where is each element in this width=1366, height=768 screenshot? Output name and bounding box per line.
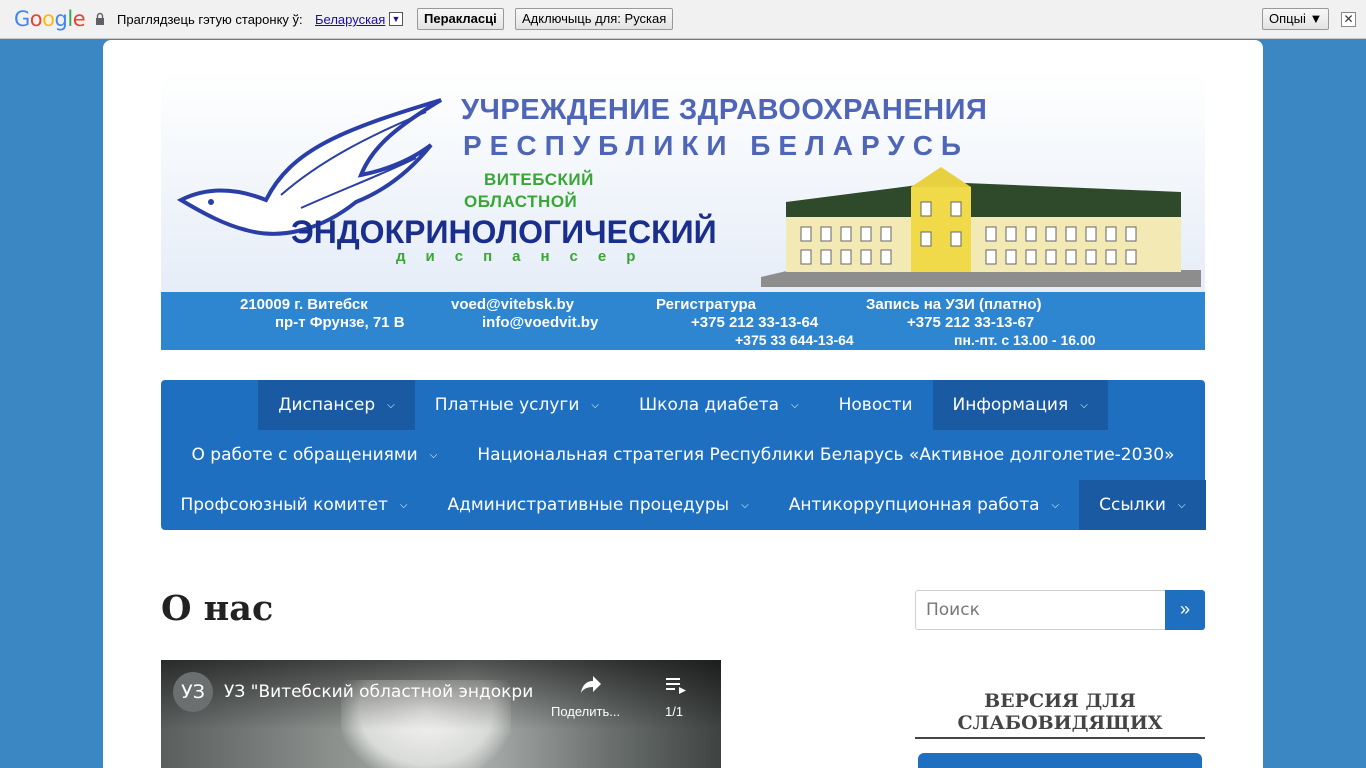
low-vision-button[interactable]	[918, 753, 1202, 768]
page-card: УЧРЕЖДЕНИЕ ЗДРАВООХРАНЕНИЯ РЕСПУБЛИКИ БЕ…	[103, 40, 1263, 768]
banner-top: УЧРЕЖДЕНИЕ ЗДРАВООХРАНЕНИЯ РЕСПУБЛИКИ БЕ…	[161, 70, 1205, 292]
search-input[interactable]: Поиск	[915, 590, 1166, 630]
nav-label: Платные услуги	[434, 395, 580, 415]
nav-item-news[interactable]: Новости	[819, 380, 933, 430]
uzi-hours: пн.-пт. с 13.00 - 16.00	[954, 332, 1096, 348]
share-label[interactable]: Поделить...	[551, 704, 620, 719]
disable-translate-button[interactable]: Адключыць для: Руская	[515, 8, 674, 30]
lock-icon	[96, 12, 104, 25]
nav-label: Ссылки	[1099, 495, 1166, 515]
registry-label: Регистратура	[656, 296, 757, 313]
nav-label: Диспансер	[278, 395, 376, 415]
page-title: О нас	[161, 588, 274, 629]
search-form: Поиск »	[915, 590, 1205, 630]
banner-region-line1: ВИТЕБСКИЙ	[484, 170, 594, 189]
nav-row-1: Диспансер ⌵ Платные услуги ⌵ Школа диабета…	[161, 380, 1205, 430]
translate-language-link[interactable]: Беларуская	[315, 12, 385, 27]
banner-contacts-strip: 210009 г. Витебск пр-т Фрунзе, 71 В voed…	[161, 292, 1205, 350]
nav-label: Новости	[838, 395, 913, 415]
banner-main-name: ЭНДОКРИНОЛОГИЧЕСКИЙ	[291, 214, 717, 250]
uzi-phone: +375 212 33-13-67	[907, 314, 1035, 331]
search-button[interactable]: »	[1165, 590, 1205, 630]
nav-label: Школа диабета	[639, 395, 780, 415]
translate-button[interactable]: Перакласці	[417, 8, 504, 30]
translate-prompt: Праглядзець гэтую старонку ў:	[117, 12, 303, 27]
channel-avatar[interactable]: УЗ	[173, 672, 213, 712]
language-dropdown-icon[interactable]: ▼	[389, 12, 403, 26]
banner-region-line2: ОБЛАСТНОЙ	[464, 192, 578, 211]
banner-title-line1: УЧРЕЖДЕНИЕ ЗДРАВООХРАНЕНИЯ	[461, 94, 988, 126]
chevron-down-icon: ⌵	[1051, 500, 1060, 511]
low-vision-widget-title: ВЕРСИЯ ДЛЯ СЛАБОВИДЯЩИХ	[915, 690, 1205, 739]
share-icon[interactable]	[579, 672, 603, 696]
nav-item-links[interactable]: Ссылки ⌵	[1079, 480, 1206, 530]
nav-label: Национальная стратегия Республики Белару…	[477, 445, 1175, 465]
chevron-down-icon: ⌵	[429, 450, 438, 461]
nav-item-anticorruption[interactable]: Антикоррупционная работа ⌵	[769, 480, 1079, 530]
playlist-count: 1/1	[665, 704, 684, 719]
uzi-label: Запись на УЗИ (платно)	[866, 296, 1042, 313]
nav-item-diabetes-school[interactable]: Школа диабета ⌵	[619, 380, 819, 430]
chevron-down-icon: ⌵	[1177, 500, 1186, 511]
chevron-down-icon: ⌵	[387, 400, 395, 411]
email-2: info@voedvit.by	[482, 314, 599, 331]
nav-item-national-strategy[interactable]: Национальная стратегия Республики Белару…	[457, 430, 1194, 480]
video-player[interactable]: УЗ УЗ "Витебский областной эндокрин... П…	[161, 660, 721, 768]
header-banner[interactable]: УЧРЕЖДЕНИЕ ЗДРАВООХРАНЕНИЯ РЕСПУБЛИКИ БЕ…	[161, 70, 1205, 350]
banner-sub-name: диспансер	[396, 248, 656, 265]
chevron-down-icon: ⌵	[399, 500, 408, 511]
chevron-down-icon: ⌵	[1080, 400, 1088, 411]
address-line2: пр-т Фрунзе, 71 В	[275, 314, 405, 331]
nav-item-appeals[interactable]: О работе с обращениями ⌵	[172, 430, 458, 480]
translate-bar: Google Праглядзець гэтую старонку ў: Бел…	[0, 0, 1366, 39]
nav-label: Административные процедуры	[447, 495, 730, 515]
nav-item-paid-services[interactable]: Платные услуги ⌵	[415, 380, 619, 430]
chevron-down-icon: ⌵	[741, 500, 749, 511]
nav-label: Антикоррупционная работа	[788, 495, 1040, 515]
nav-row-3: Профсоюзный комитет ⌵ Административные пр…	[160, 480, 1206, 530]
playlist-icon[interactable]	[666, 676, 688, 696]
google-logo: Google	[14, 7, 86, 31]
close-icon[interactable]: ✕	[1341, 12, 1356, 27]
chevron-down-icon: ⌵	[591, 400, 599, 411]
nav-label: Профсоюзный комитет	[180, 495, 388, 515]
nav-item-admin-procedures[interactable]: Административные процедуры ⌵	[427, 480, 768, 530]
nav-label: О работе с обращениями	[191, 445, 418, 465]
video-title[interactable]: УЗ "Витебский областной эндокрин...	[224, 682, 534, 702]
registry-phone-1: +375 212 33-13-64	[691, 314, 819, 331]
nav-row-2: О работе с обращениями ⌵ Национальная стр…	[161, 430, 1205, 480]
nav-item-trade-union[interactable]: Профсоюзный комитет ⌵	[160, 480, 427, 530]
nav-item-information[interactable]: Информация ⌵	[932, 380, 1108, 430]
chevron-down-icon: ⌵	[791, 400, 799, 411]
banner-title-line2: РЕСПУБЛИКИ БЕЛАРУСЬ	[463, 130, 970, 161]
nav-label: Информация	[952, 395, 1069, 415]
registry-phone-2: +375 33 644-13-64	[735, 332, 854, 348]
options-button[interactable]: Опцыі ▼	[1262, 8, 1330, 30]
nav-item-dispanser[interactable]: Диспансер ⌵	[258, 380, 415, 430]
address-line1: 210009 г. Витебск	[240, 296, 368, 313]
email-1: voed@vitebsk.by	[451, 296, 575, 313]
building-illustration	[761, 167, 1201, 287]
main-nav: Диспансер ⌵ Платные услуги ⌵ Школа диабета…	[160, 380, 1206, 530]
